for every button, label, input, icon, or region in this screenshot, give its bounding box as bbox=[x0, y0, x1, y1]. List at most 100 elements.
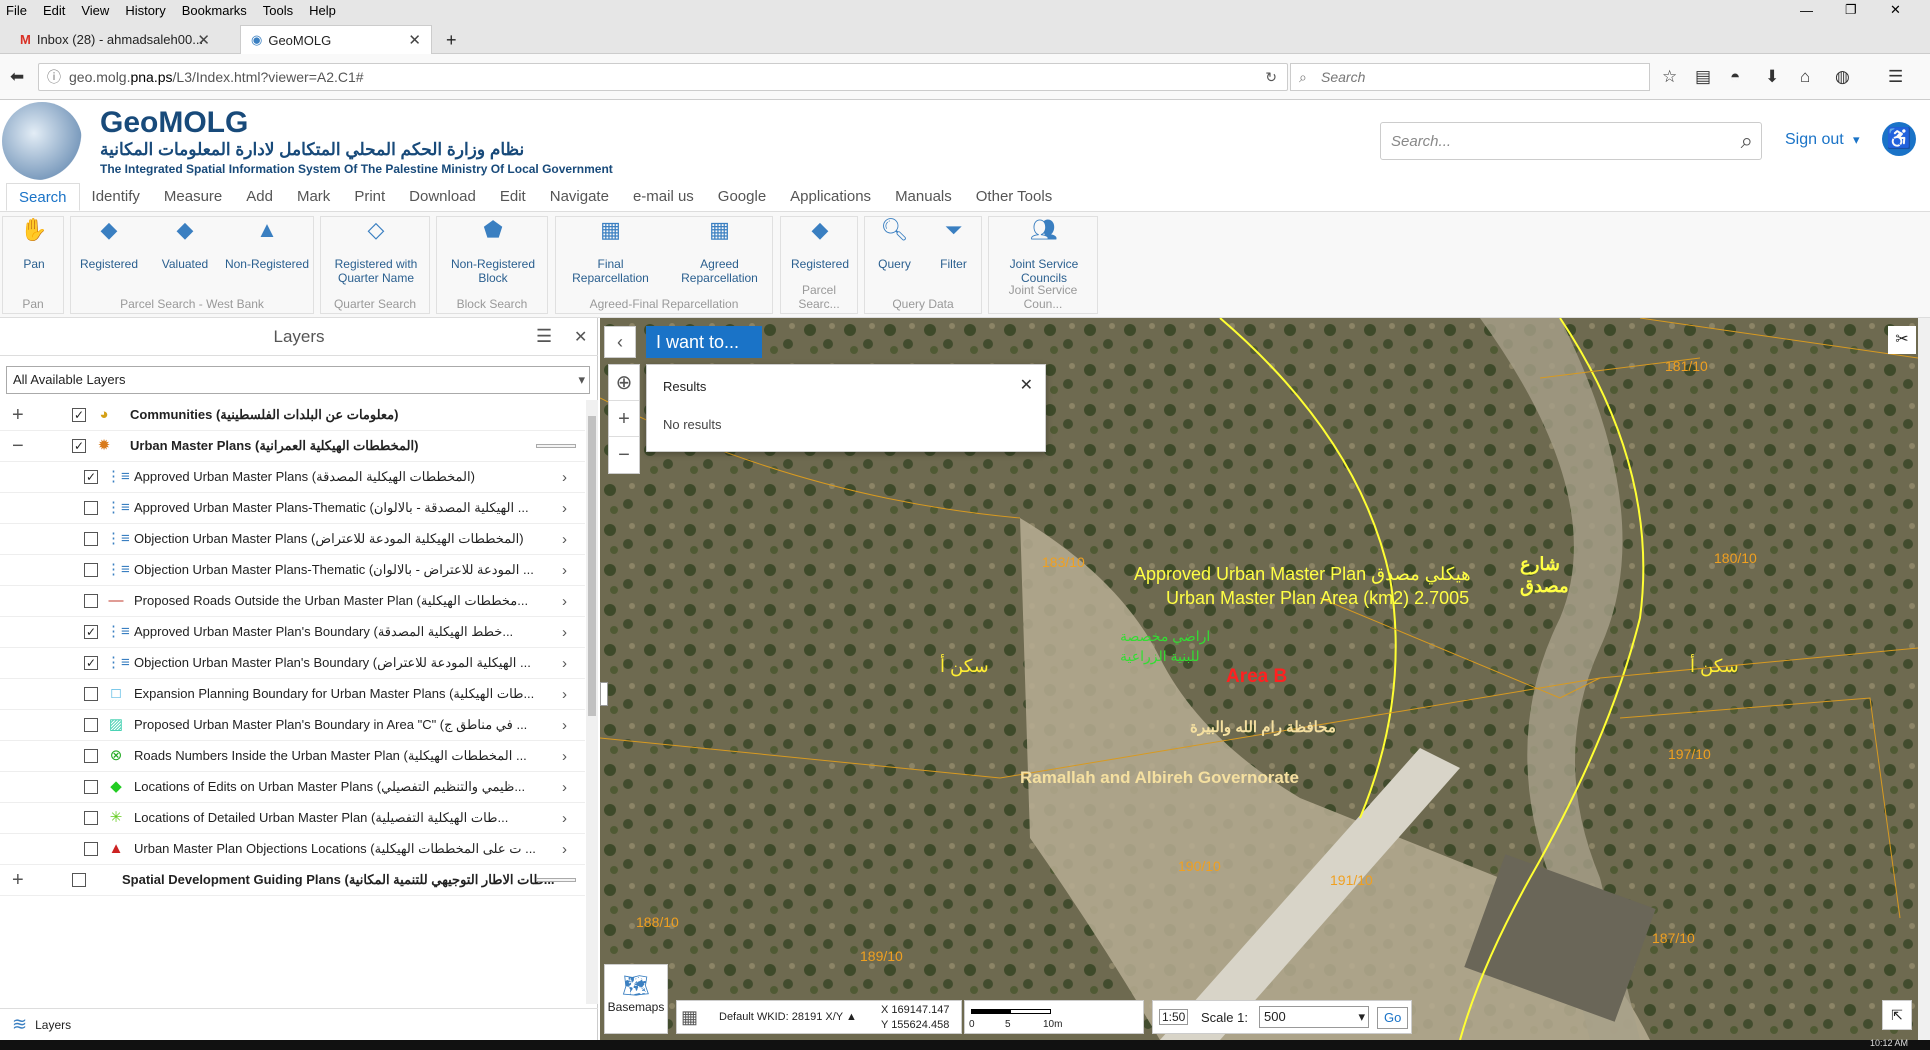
registered-quarter-button[interactable]: ◇ Registered with Quarter Name bbox=[321, 219, 431, 286]
tab-print[interactable]: Print bbox=[342, 183, 397, 211]
chevron-right-icon[interactable]: › bbox=[562, 593, 567, 610]
layers-filter-select[interactable]: All Available Layers ▾ bbox=[6, 366, 590, 394]
home-icon[interactable]: ⌂ bbox=[1800, 67, 1810, 87]
layers-scrollbar[interactable] bbox=[586, 400, 598, 1004]
layer-row[interactable]: ⋮≡ Objection Urban Master Plans (المخططات… bbox=[0, 524, 585, 555]
valuated-button[interactable]: ◆ Valuated bbox=[147, 219, 223, 272]
non-registered-block-button[interactable]: ⬟ Non-Registered Block bbox=[437, 219, 549, 286]
layers-footer-button[interactable]: ≋ Layers bbox=[0, 1008, 598, 1040]
header-search-input[interactable]: Search... ⌕ bbox=[1380, 122, 1762, 160]
map-splitter-handle[interactable] bbox=[600, 682, 608, 706]
sign-out-button[interactable]: Sign out bbox=[1785, 131, 1844, 149]
expand-icon[interactable]: ⇱ bbox=[1882, 1000, 1912, 1030]
layer-checkbox[interactable] bbox=[84, 594, 98, 608]
chevron-right-icon[interactable]: › bbox=[562, 779, 567, 796]
zoom-in-icon[interactable]: + bbox=[609, 401, 639, 437]
tab-mark[interactable]: Mark bbox=[285, 183, 342, 211]
layer-checkbox[interactable] bbox=[72, 873, 86, 887]
new-tab-icon[interactable]: + bbox=[446, 30, 457, 51]
library-icon[interactable]: ▤ bbox=[1695, 67, 1711, 87]
restore-icon[interactable]: ❐ bbox=[1845, 2, 1857, 18]
chevron-right-icon[interactable]: › bbox=[562, 655, 567, 672]
expand-icon[interactable]: + bbox=[12, 404, 24, 427]
layer-row[interactable]: □ Expansion Planning Boundary for Urban M… bbox=[0, 679, 585, 710]
menu-view[interactable]: View bbox=[81, 3, 109, 18]
tab-edit[interactable]: Edit bbox=[488, 183, 538, 211]
layer-checkbox[interactable] bbox=[84, 749, 98, 763]
chevron-right-icon[interactable]: › bbox=[562, 624, 567, 641]
tab-applications[interactable]: Applications bbox=[778, 183, 883, 211]
basemaps-button[interactable]: 🗺︎ Basemaps bbox=[604, 964, 668, 1034]
opacity-slider[interactable] bbox=[536, 444, 576, 448]
layer-row[interactable]: ✓ ⋮≡ Approved Urban Master Plans (المخططات… bbox=[0, 462, 585, 493]
url-bar[interactable]: ⓘ geo.molg. pna.ps/L3/Index.html?viewer=A… bbox=[38, 63, 1288, 91]
bookmark-star-icon[interactable]: ☆ bbox=[1662, 67, 1677, 87]
opacity-slider[interactable] bbox=[536, 878, 576, 882]
final-reparcellation-button[interactable]: ▦ Final Reparcellation bbox=[556, 219, 665, 286]
chevron-right-icon[interactable]: › bbox=[562, 562, 567, 579]
menu-history[interactable]: History bbox=[125, 3, 165, 18]
registered-button[interactable]: ◆ Registered bbox=[71, 219, 147, 272]
tab-measure[interactable]: Measure bbox=[152, 183, 234, 211]
layer-checkbox[interactable]: ✓ bbox=[84, 625, 98, 639]
layer-row[interactable]: — Proposed Roads Outside the Urban Master… bbox=[0, 586, 585, 617]
menu-file[interactable]: File bbox=[6, 3, 27, 18]
scale-icon[interactable]: 1:50 bbox=[1159, 1009, 1189, 1025]
hamburger-menu-icon[interactable]: ☰ bbox=[1888, 67, 1903, 87]
expand-icon[interactable]: + bbox=[12, 869, 24, 892]
layer-row[interactable]: − ✓ ✹ Urban Master Plans (المخططات الهيكلية… bbox=[0, 431, 585, 462]
go-button[interactable]: Go bbox=[1377, 1007, 1409, 1029]
language-icon[interactable]: ◍ bbox=[1835, 67, 1850, 87]
chevron-right-icon[interactable]: › bbox=[562, 469, 567, 486]
tab-other-tools[interactable]: Other Tools bbox=[964, 183, 1064, 211]
close-icon[interactable]: ✕ bbox=[1020, 375, 1033, 395]
pan-button[interactable]: ✋ Pan bbox=[3, 219, 65, 272]
layer-checkbox[interactable]: ✓ bbox=[84, 656, 98, 670]
layer-row[interactable]: ◆ Locations of Edits on Urban Master Plan… bbox=[0, 772, 585, 803]
pocket-icon[interactable]: ◓ bbox=[1730, 67, 1740, 87]
layer-checkbox[interactable] bbox=[84, 780, 98, 794]
tab-identify[interactable]: Identify bbox=[80, 183, 152, 211]
close-window-icon[interactable]: ✕ bbox=[1890, 2, 1901, 18]
tab-e-mail-us[interactable]: e-mail us bbox=[621, 183, 706, 211]
layer-checkbox[interactable] bbox=[84, 842, 98, 856]
wkid-label[interactable]: Default WKID: 28191 X/Y ▲ bbox=[719, 1011, 857, 1023]
close-icon[interactable]: ✕ bbox=[574, 327, 587, 347]
layer-checkbox[interactable] bbox=[84, 811, 98, 825]
tab-download[interactable]: Download bbox=[397, 183, 488, 211]
layer-row[interactable]: ✓ ⋮≡ Objection Urban Master Plan's Boundar… bbox=[0, 648, 585, 679]
chevron-right-icon[interactable]: › bbox=[562, 531, 567, 548]
chevron-right-icon[interactable]: › bbox=[562, 500, 567, 517]
close-tab-icon[interactable]: ✕ bbox=[197, 31, 210, 49]
chevron-right-icon[interactable]: › bbox=[562, 810, 567, 827]
layer-checkbox[interactable] bbox=[84, 563, 98, 577]
collapse-panel-button[interactable]: ‹ bbox=[604, 326, 636, 358]
close-tab-icon[interactable]: ✕ bbox=[408, 31, 421, 49]
menu-bookmarks[interactable]: Bookmarks bbox=[182, 3, 247, 18]
tab-geomolg[interactable]: ◉ GeoMOLG ✕ bbox=[240, 25, 432, 54]
tab-gmail[interactable]: M Inbox (28) - ahmadsaleh00... ✕ bbox=[10, 25, 220, 54]
layer-row[interactable]: ✓ ⋮≡ Approved Urban Master Plan's Boundary… bbox=[0, 617, 585, 648]
layer-row[interactable]: ▲ Urban Master Plan Objections Locations … bbox=[0, 834, 585, 865]
locate-icon[interactable]: ⊕ bbox=[609, 365, 639, 401]
zoom-out-icon[interactable]: − bbox=[609, 437, 639, 473]
layer-checkbox[interactable]: ✓ bbox=[84, 470, 98, 484]
tab-search[interactable]: Search bbox=[6, 183, 80, 211]
layer-checkbox[interactable]: ✓ bbox=[72, 408, 86, 422]
layer-row[interactable]: ⋮≡ Approved Urban Master Plans-Thematic (… bbox=[0, 493, 585, 524]
scroll-thumb[interactable] bbox=[588, 416, 596, 716]
chevron-right-icon[interactable]: › bbox=[562, 748, 567, 765]
layer-checkbox[interactable] bbox=[84, 718, 98, 732]
filter-button[interactable]: ⏷ Filter bbox=[924, 219, 983, 272]
tab-navigate[interactable]: Navigate bbox=[538, 183, 621, 211]
menu-help[interactable]: Help bbox=[309, 3, 336, 18]
tab-google[interactable]: Google bbox=[706, 183, 778, 211]
joint-service-councils-button[interactable]: 👥︎ Joint Service Councils bbox=[989, 219, 1099, 286]
tab-add[interactable]: Add bbox=[234, 183, 285, 211]
download-icon[interactable]: ⬇ bbox=[1765, 67, 1779, 87]
layer-row[interactable]: ▨ Proposed Urban Master Plan's Boundary i… bbox=[0, 710, 585, 741]
menu-tools[interactable]: Tools bbox=[263, 3, 293, 18]
collapse-icon[interactable]: − bbox=[12, 435, 24, 458]
search-icon[interactable]: ⌕ bbox=[1741, 128, 1753, 154]
chevron-right-icon[interactable]: › bbox=[562, 717, 567, 734]
